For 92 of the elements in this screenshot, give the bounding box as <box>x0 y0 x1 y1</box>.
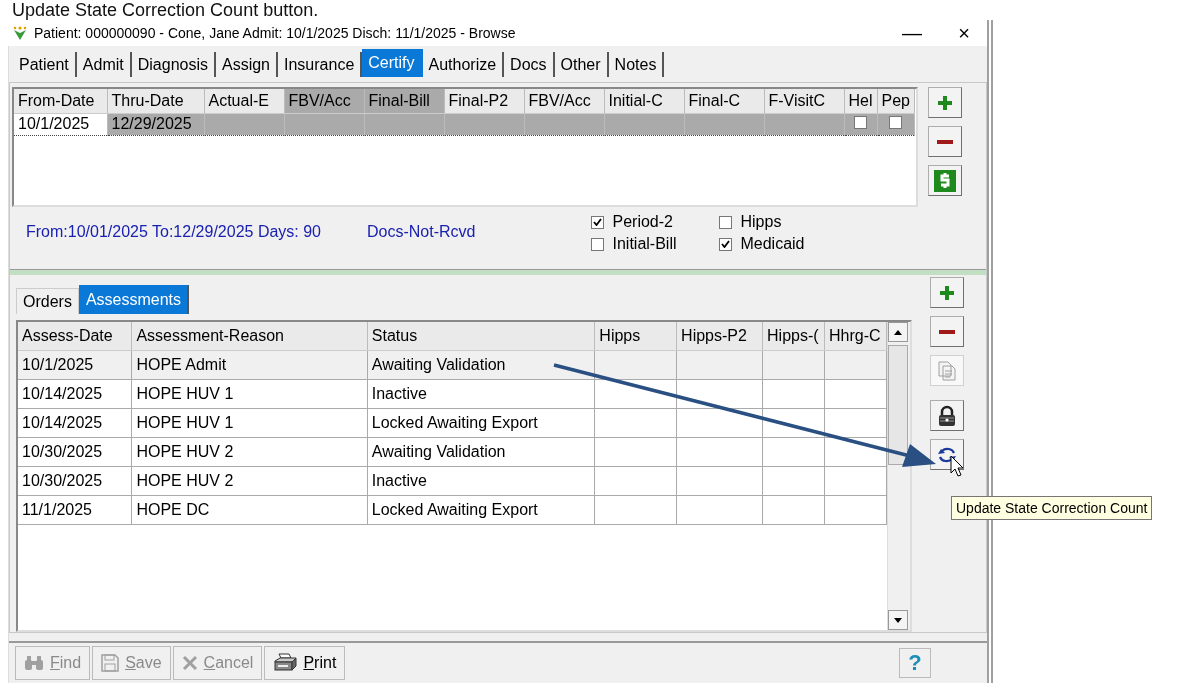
tab[interactable]: Assessments <box>78 285 190 314</box>
checkbox[interactable] <box>854 116 867 129</box>
tooltip: Update State Correction Count <box>951 496 1153 520</box>
table-cell: 10/1/2025 <box>18 350 132 379</box>
table-cell <box>824 437 887 466</box>
column-header[interactable]: Hipps-P2 <box>676 322 763 350</box>
table-cell: 11/1/2025 <box>18 495 132 524</box>
checkbox[interactable] <box>591 215 605 229</box>
column-header[interactable]: Final-Bill <box>364 89 444 113</box>
column-header[interactable]: Hel <box>844 89 877 113</box>
app-logo-icon <box>12 25 28 41</box>
billing-button[interactable] <box>928 165 962 196</box>
table-cell: 10/30/2025 <box>18 466 132 495</box>
table-cell <box>762 466 825 495</box>
window-title: Patient: 000000090 - Cone, Jane Admit: 10/1/2025 Disch: 11/1/2025 - Browse <box>34 25 516 41</box>
minus-icon <box>937 138 953 145</box>
add-button[interactable] <box>928 87 962 118</box>
column-header[interactable]: Final-C <box>684 89 764 113</box>
column-header[interactable]: From-Date <box>14 89 107 113</box>
table-cell: 10/30/2025 <box>18 437 132 466</box>
column-header[interactable]: Pep <box>877 89 915 113</box>
mouse-pointer-icon <box>950 455 964 477</box>
table-cell: HOPE Admit <box>131 350 368 379</box>
column-header[interactable]: Hipps-( <box>762 322 825 350</box>
checkbox-label: Medicaid <box>740 235 805 253</box>
close-button[interactable]: × <box>941 21 987 45</box>
table-cell <box>824 350 887 379</box>
table-cell: Awaiting Validation <box>367 350 595 379</box>
up-arrow-icon[interactable] <box>894 329 903 335</box>
table-cell <box>824 408 887 437</box>
plus-icon <box>937 94 953 111</box>
docs-status-text: Docs-Not-Rcvd <box>367 223 476 241</box>
column-header[interactable]: Status <box>367 322 595 350</box>
table-cell <box>824 466 887 495</box>
column-header[interactable]: Initial-C <box>604 89 684 113</box>
column-header[interactable]: Hhrg-C <box>824 322 887 350</box>
tab[interactable]: Certify <box>362 49 423 77</box>
column-header[interactable]: Hipps <box>594 322 677 350</box>
checkbox-label: Hipps <box>740 213 782 231</box>
down-arrow-icon[interactable] <box>894 617 903 623</box>
tab[interactable]: Orders <box>16 288 79 314</box>
checkbox[interactable] <box>591 237 605 251</box>
checkbox-label: Period-2 <box>612 213 673 231</box>
checkbox[interactable] <box>889 116 903 129</box>
lock-button[interactable] <box>930 400 964 431</box>
lock-icon <box>938 404 956 427</box>
minus-icon <box>939 328 955 335</box>
table-cell: Locked Awaiting Export <box>367 408 595 437</box>
table-cell: Awaiting Validation <box>367 437 595 466</box>
table-cell: 10/14/2025 <box>18 379 132 408</box>
column-header[interactable]: FBV/Acc <box>284 89 364 113</box>
table-cell <box>762 437 825 466</box>
cross-icon <box>181 655 198 671</box>
table-cell: HOPE HUV 2 <box>131 437 368 466</box>
caption-text: Update State Correction Count button. <box>11 0 320 20</box>
column-header[interactable]: Thru-Date <box>107 89 204 113</box>
print-button[interactable]: Print <box>264 646 346 680</box>
column-header[interactable]: FBV/Acc <box>524 89 604 113</box>
dollar-icon <box>934 169 956 192</box>
printer-icon <box>273 653 298 673</box>
table-cell <box>762 495 825 524</box>
remove-button[interactable] <box>930 316 964 347</box>
add-button[interactable] <box>930 277 964 308</box>
remove-button[interactable] <box>928 126 962 157</box>
checkbox[interactable] <box>719 215 733 229</box>
vertical-scrollbar[interactable] <box>887 322 910 630</box>
table-cell: HOPE HUV 1 <box>131 408 368 437</box>
table-cell <box>824 495 887 524</box>
table-cell <box>762 350 825 379</box>
column-header[interactable]: F-VisitC <box>764 89 844 113</box>
document-copy-icon <box>937 359 957 382</box>
table-cell: 10/1/2025 <box>14 113 107 135</box>
column-header[interactable]: Assessment-Reason <box>131 322 368 350</box>
table-cell <box>762 408 825 437</box>
column-header[interactable]: Final-P2 <box>444 89 524 113</box>
table-cell: Inactive <box>367 466 595 495</box>
table-cell: Inactive <box>367 379 595 408</box>
table-cell <box>762 379 825 408</box>
column-header[interactable]: Actual-E <box>204 89 284 113</box>
minimize-button[interactable]: — <box>889 21 935 45</box>
table-cell: HOPE HUV 2 <box>131 466 368 495</box>
checkbox-label: Initial-Bill <box>612 235 677 253</box>
table-cell <box>824 379 887 408</box>
table-cell: HOPE HUV 1 <box>131 379 368 408</box>
binoculars-icon <box>24 655 44 671</box>
plus-icon <box>939 284 955 301</box>
table-cell: 10/14/2025 <box>18 408 132 437</box>
column-header[interactable]: Assess-Date <box>18 322 132 350</box>
table-cell: Locked Awaiting Export <box>367 495 595 524</box>
period-summary-text: From:10/01/2025 To:12/29/2025 Days: 90 <box>26 223 321 241</box>
table-cell: HOPE DC <box>131 495 368 524</box>
checkbox[interactable] <box>719 237 733 251</box>
